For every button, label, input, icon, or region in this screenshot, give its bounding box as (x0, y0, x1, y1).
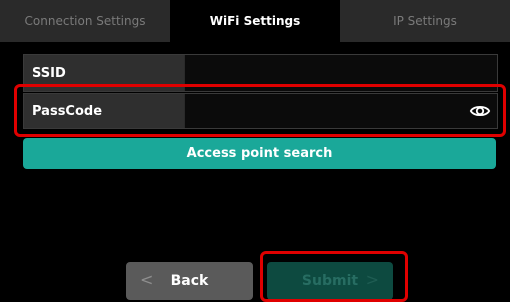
tab-ip-settings[interactable]: IP Settings (340, 0, 510, 42)
submit-button[interactable]: Submit > (267, 262, 393, 300)
passcode-input[interactable] (184, 94, 497, 128)
back-button[interactable]: < Back (126, 262, 253, 300)
ssid-label: SSID (24, 55, 184, 91)
passcode-label: PassCode (24, 94, 184, 128)
submit-label: Submit (301, 273, 359, 289)
eye-icon[interactable] (469, 100, 491, 122)
access-point-search-button[interactable]: Access point search (23, 138, 496, 169)
passcode-row: PassCode (23, 93, 498, 129)
tab-bar: Connection Settings WiFi Settings IP Set… (0, 0, 510, 42)
back-label: Back (170, 273, 209, 289)
chevron-left-icon: < (140, 270, 154, 289)
tab-connection-settings[interactable]: Connection Settings (0, 0, 170, 42)
ssid-row: SSID (23, 54, 498, 92)
tab-wifi-settings[interactable]: WiFi Settings (170, 0, 340, 42)
chevron-right-icon: > (365, 270, 379, 289)
ssid-input[interactable] (184, 55, 497, 91)
